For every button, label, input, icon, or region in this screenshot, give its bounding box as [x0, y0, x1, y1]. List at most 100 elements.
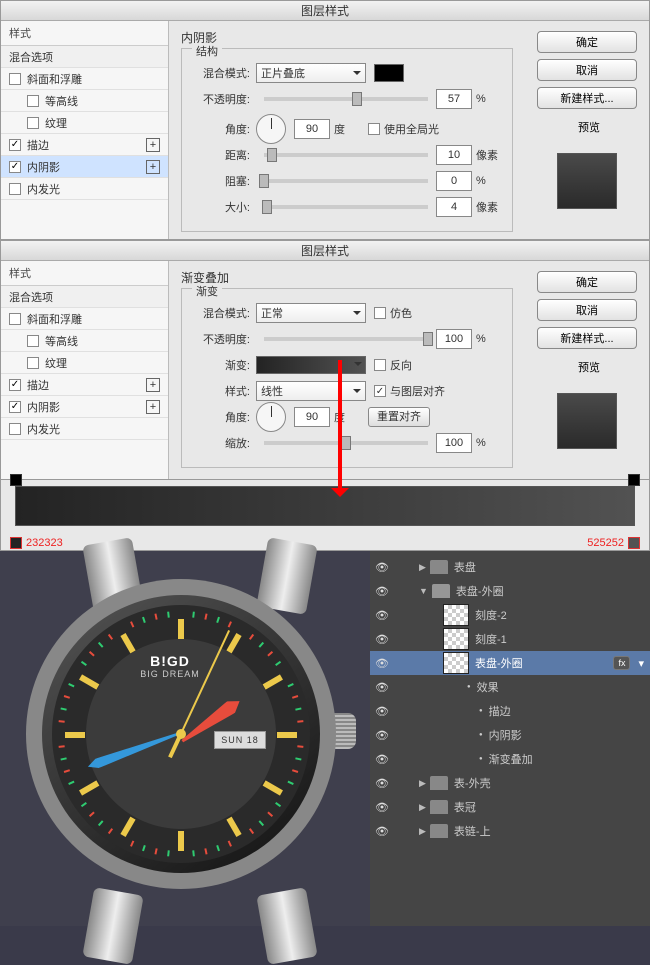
visibility-eye-icon[interactable]: 👁	[374, 561, 390, 574]
size-slider[interactable]	[264, 205, 428, 209]
blendmode-select[interactable]: 正常	[256, 303, 366, 323]
sidebar-item[interactable]: 内阴影+	[1, 396, 168, 418]
layer-row[interactable]: 👁●内阴影	[370, 723, 650, 747]
opacity-slider[interactable]	[264, 337, 428, 341]
style-checkbox[interactable]	[9, 73, 21, 85]
distance-input[interactable]: 10	[436, 145, 472, 165]
disclosure-triangle-icon[interactable]: ▶	[419, 802, 426, 813]
disclosure-triangle-icon[interactable]: ▶	[419, 778, 426, 789]
disclosure-triangle-icon[interactable]: ▶	[419, 562, 426, 573]
gradient-picker[interactable]	[256, 356, 366, 374]
sidebar-head[interactable]: 样式	[1, 261, 168, 286]
sidebar-item[interactable]: 等高线	[1, 330, 168, 352]
style-checkbox[interactable]	[27, 335, 39, 347]
opacity-stop-left[interactable]	[10, 474, 22, 486]
new-style-button[interactable]: 新建样式...	[537, 87, 637, 109]
sidebar-item[interactable]: 内阴影+	[1, 156, 168, 178]
add-effect-icon[interactable]: +	[146, 160, 160, 174]
style-checkbox[interactable]	[27, 117, 39, 129]
layer-row[interactable]: 👁▶表链-上	[370, 819, 650, 843]
style-checkbox[interactable]	[27, 95, 39, 107]
align-checkbox[interactable]	[374, 385, 386, 397]
style-checkbox[interactable]	[9, 313, 21, 325]
ok-button[interactable]: 确定	[537, 271, 637, 293]
disclosure-triangle-icon[interactable]: ▶	[419, 826, 426, 837]
visibility-eye-icon[interactable]: 👁	[374, 753, 390, 766]
sidebar-item[interactable]: 纹理	[1, 112, 168, 134]
sidebar-item[interactable]: 斜面和浮雕	[1, 308, 168, 330]
cancel-button[interactable]: 取消	[537, 59, 637, 81]
choke-input[interactable]: 0	[436, 171, 472, 191]
sidebar-blend-options[interactable]: 混合选项	[1, 286, 168, 308]
layer-thumbnail[interactable]	[443, 628, 469, 650]
color-stop-right[interactable]: 525252	[587, 537, 640, 549]
scale-input[interactable]: 100	[436, 433, 472, 453]
layer-row[interactable]: 👁刻度-1	[370, 627, 650, 651]
new-style-button[interactable]: 新建样式...	[537, 327, 637, 349]
opacity-input[interactable]: 57	[436, 89, 472, 109]
style-checkbox[interactable]	[9, 423, 21, 435]
reset-align-button[interactable]: 重置对齐	[368, 407, 430, 427]
distance-slider[interactable]	[264, 153, 428, 157]
opacity-input[interactable]: 100	[436, 329, 472, 349]
sidebar-head[interactable]: 样式	[1, 21, 168, 46]
layer-row[interactable]: 👁表盘-外圈fx▾	[370, 651, 650, 675]
angle-dial[interactable]	[256, 114, 286, 144]
visibility-eye-icon[interactable]: 👁	[374, 657, 390, 670]
size-input[interactable]: 4	[436, 197, 472, 217]
style-checkbox[interactable]	[9, 183, 21, 195]
style-checkbox[interactable]	[27, 357, 39, 369]
angle-input[interactable]: 90	[294, 407, 330, 427]
visibility-eye-icon[interactable]: 👁	[374, 729, 390, 742]
sidebar-item[interactable]: 斜面和浮雕	[1, 68, 168, 90]
visibility-eye-icon[interactable]: 👁	[374, 585, 390, 598]
scale-slider[interactable]	[264, 441, 428, 445]
sidebar-item[interactable]: 等高线	[1, 90, 168, 112]
visibility-eye-icon[interactable]: 👁	[374, 705, 390, 718]
sidebar-item[interactable]: 描边+	[1, 134, 168, 156]
use-global-light-checkbox[interactable]	[368, 123, 380, 135]
choke-slider[interactable]	[264, 179, 428, 183]
blendmode-select[interactable]: 正片叠底	[256, 63, 366, 83]
layer-row[interactable]: 👁▶表-外壳	[370, 771, 650, 795]
layer-thumbnail[interactable]	[443, 652, 469, 674]
sidebar-item[interactable]: 描边+	[1, 374, 168, 396]
visibility-eye-icon[interactable]: 👁	[374, 825, 390, 838]
add-effect-icon[interactable]: +	[146, 378, 160, 392]
visibility-eye-icon[interactable]: 👁	[374, 777, 390, 790]
style-checkbox[interactable]	[9, 379, 21, 391]
color-stop-left[interactable]: 232323	[10, 537, 63, 549]
gradient-track[interactable]: 232323 525252	[15, 486, 635, 526]
sidebar-item[interactable]: 内发光	[1, 418, 168, 440]
add-effect-icon[interactable]: +	[146, 138, 160, 152]
layer-row[interactable]: 👁●渐变叠加	[370, 747, 650, 771]
angle-input[interactable]: 90	[294, 119, 330, 139]
layer-row[interactable]: 👁●效果	[370, 675, 650, 699]
shadow-color-swatch[interactable]	[374, 64, 404, 82]
layer-thumbnail[interactable]	[443, 604, 469, 626]
fx-disclosure-icon[interactable]: ▾	[638, 657, 644, 670]
sidebar-item[interactable]: 内发光	[1, 178, 168, 200]
layer-row[interactable]: 👁▶表盘	[370, 555, 650, 579]
style-checkbox[interactable]	[9, 139, 21, 151]
visibility-eye-icon[interactable]: 👁	[374, 633, 390, 646]
layer-row[interactable]: 👁▼表盘-外圈	[370, 579, 650, 603]
layer-row[interactable]: 👁●描边	[370, 699, 650, 723]
sidebar-item[interactable]: 纹理	[1, 352, 168, 374]
opacity-slider[interactable]	[264, 97, 428, 101]
visibility-eye-icon[interactable]: 👁	[374, 681, 390, 694]
style-checkbox[interactable]	[9, 401, 21, 413]
opacity-stop-right[interactable]	[628, 474, 640, 486]
add-effect-icon[interactable]: +	[146, 400, 160, 414]
visibility-eye-icon[interactable]: 👁	[374, 801, 390, 814]
reverse-checkbox[interactable]	[374, 359, 386, 371]
style-select[interactable]: 线性	[256, 381, 366, 401]
ok-button[interactable]: 确定	[537, 31, 637, 53]
layer-row[interactable]: 👁刻度-2	[370, 603, 650, 627]
dither-checkbox[interactable]	[374, 307, 386, 319]
angle-dial[interactable]	[256, 402, 286, 432]
visibility-eye-icon[interactable]: 👁	[374, 609, 390, 622]
cancel-button[interactable]: 取消	[537, 299, 637, 321]
fx-badge[interactable]: fx	[613, 656, 630, 670]
layer-row[interactable]: 👁▶表冠	[370, 795, 650, 819]
